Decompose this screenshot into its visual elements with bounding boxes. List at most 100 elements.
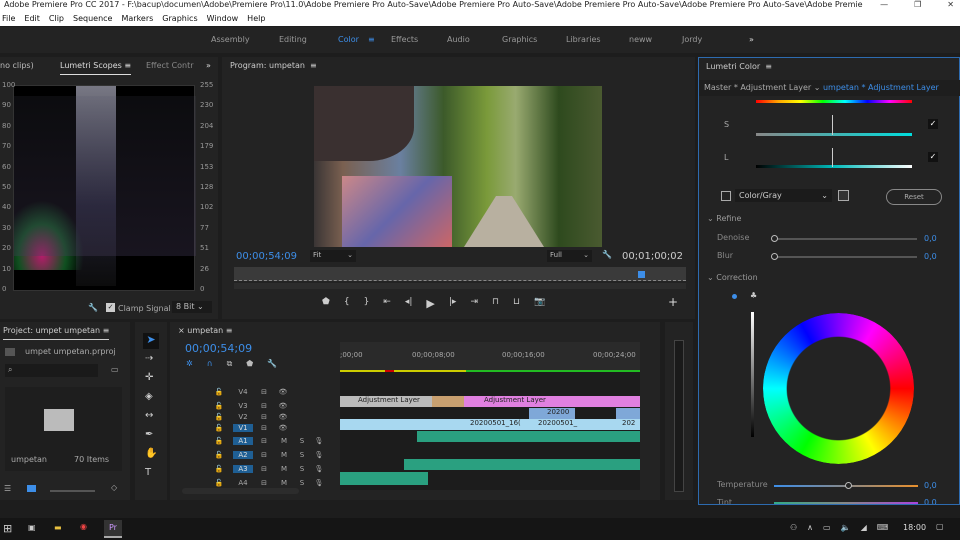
sync-lock-icon[interactable]: ⊟ [253,413,275,421]
snap-icon[interactable]: ∩ [207,359,213,369]
mute-button[interactable]: M [275,437,293,445]
show-mask-checkbox[interactable] [721,191,731,201]
denoise-knob[interactable] [771,235,778,242]
three-wheel-icon[interactable]: ♣ [750,291,757,300]
chevron-down-icon[interactable]: ⌄ [814,83,821,92]
ws-color[interactable]: Color [338,27,359,53]
zoom-scrollbar[interactable] [234,283,686,289]
ws-menu-icon[interactable]: ≡ [368,27,375,53]
people-icon[interactable]: ⚇ [790,523,797,532]
menu-window[interactable]: Window [207,11,239,26]
timeline-scrollbar[interactable] [182,488,299,494]
list-view-icon[interactable]: ☰ [4,484,11,493]
microphone-icon[interactable]: 🎙 [311,465,327,473]
microphone-icon[interactable]: 🎙 [311,479,327,487]
s-checkbox[interactable]: ✓ [928,119,938,129]
premiere-taskbar-icon[interactable]: Pr [104,520,122,538]
track-target[interactable]: A1 [233,437,253,445]
chrome-icon[interactable]: ◉ [80,522,87,531]
lock-icon[interactable]: 🔓 [205,437,233,445]
sync-lock-icon[interactable]: ⊟ [253,437,275,445]
mute-button[interactable]: M [275,479,293,487]
tint-value[interactable]: 0,0 [924,498,937,504]
audio-clips-a4[interactable] [340,472,428,485]
extract-icon[interactable]: ⊔ [513,297,520,310]
reset-button[interactable]: Reset [886,189,942,205]
track-target[interactable]: A2 [233,451,253,459]
lock-icon[interactable]: 🔓 [205,451,233,459]
task-view-icon[interactable]: ▣ [28,523,36,532]
temperature-knob[interactable] [845,482,852,489]
luminance-handle[interactable] [832,148,833,167]
color-wheel[interactable] [763,313,914,464]
mark-in-icon[interactable]: { [344,297,350,310]
audio-clips-a3[interactable] [404,459,640,470]
add-marker-icon[interactable]: ⬟ [322,297,330,310]
step-back-icon[interactable]: ◂| [405,297,413,310]
go-to-out-icon[interactable]: ⇥ [470,297,478,310]
ws-editing[interactable]: Editing [279,27,307,53]
hue-slider[interactable] [756,100,912,103]
microphone-icon[interactable]: 🎙 [311,451,327,459]
saturation-handle[interactable] [832,115,833,135]
menu-clip[interactable]: Clip [49,11,64,26]
track-select-tool-icon[interactable]: ⇢ [145,352,157,366]
v1-clips[interactable]: 20200501_16(20200501_ 202 [340,419,640,430]
track-target[interactable]: A3 [233,465,253,473]
master-clip-tab[interactable]: Master * Adjustment Layer [704,83,811,92]
clip-v2[interactable] [616,408,640,419]
ws-graphics[interactable]: Graphics [502,27,537,53]
thumbnail-size-slider[interactable] [50,490,95,492]
resolution-dropdown[interactable]: Full ⌄ [547,250,592,262]
solo-button[interactable]: S [293,451,311,459]
volume-icon[interactable]: 🔈 [841,523,851,532]
zoom-dropdown[interactable]: Fit ⌄ [310,250,356,262]
icon-view-icon[interactable] [27,485,36,492]
playhead[interactable] [637,271,645,278]
track-target[interactable]: A4 [233,479,253,487]
mark-out-icon[interactable]: } [364,297,370,310]
blur-value[interactable]: 0,0 [924,252,937,261]
sequence-clip-tab[interactable]: umpetan * Adjustment Layer [823,83,939,92]
track-target[interactable]: V1 [233,424,253,432]
settings-wrench-icon[interactable]: 🔧 [602,250,612,259]
action-center-icon[interactable]: ▢ [936,522,944,531]
tab-effect-controls[interactable]: Effect Contr [146,57,194,75]
wrench-icon[interactable]: 🔧 [267,359,277,369]
time-ruler[interactable]: ;00;00 00;00;08;00 00;00;16;00 00;00;24;… [340,342,640,372]
tab-source[interactable]: no clips) [0,57,34,75]
sync-lock-icon[interactable]: ⊟ [253,465,275,473]
clamp-signal-checkbox[interactable]: ✓ [106,303,115,312]
blur-knob[interactable] [771,253,778,260]
denoise-value[interactable]: 0,0 [924,234,937,243]
luminance-slider[interactable] [756,165,912,168]
sync-lock-icon[interactable]: ⊟ [253,402,275,410]
project-search-input[interactable]: ⌕ [5,364,98,377]
track-target[interactable]: V2 [233,413,253,421]
sync-lock-icon[interactable]: ⊟ [253,424,275,432]
go-to-in-icon[interactable]: ⇤ [383,297,391,310]
pen-tool-icon[interactable]: ✒ [145,428,157,442]
blur-slider[interactable] [775,256,917,258]
mute-button[interactable]: M [275,465,293,473]
bin-thumbnail[interactable]: umpetan 70 Items [5,387,122,471]
invert-mask-icon[interactable] [838,190,849,201]
maximize-button[interactable]: ❐ [914,0,921,9]
tray-chevron-icon[interactable]: ∧ [807,523,813,532]
export-frame-icon[interactable]: 📷 [534,297,545,310]
button-editor-plus-icon[interactable]: + [668,295,678,309]
menu-file[interactable]: File [2,11,15,26]
ws-more-button[interactable]: » [749,27,754,53]
clip-cross-dissolve[interactable] [432,396,464,407]
menu-sequence[interactable]: Sequence [73,11,112,26]
linked-selection-icon[interactable]: ⧉ [227,359,233,369]
ws-effects[interactable]: Effects [391,27,418,53]
menu-edit[interactable]: Edit [24,11,40,26]
wrench-icon[interactable]: 🔧 [88,303,98,312]
saturation-slider[interactable] [756,133,912,136]
eye-icon[interactable]: 👁 [275,402,291,410]
lock-icon[interactable]: 🔓 [205,465,233,473]
refine-section[interactable]: ⌄ Refine [707,214,741,223]
battery-icon[interactable]: ▭ [823,523,831,532]
lock-icon[interactable]: 🔓 [205,424,233,432]
